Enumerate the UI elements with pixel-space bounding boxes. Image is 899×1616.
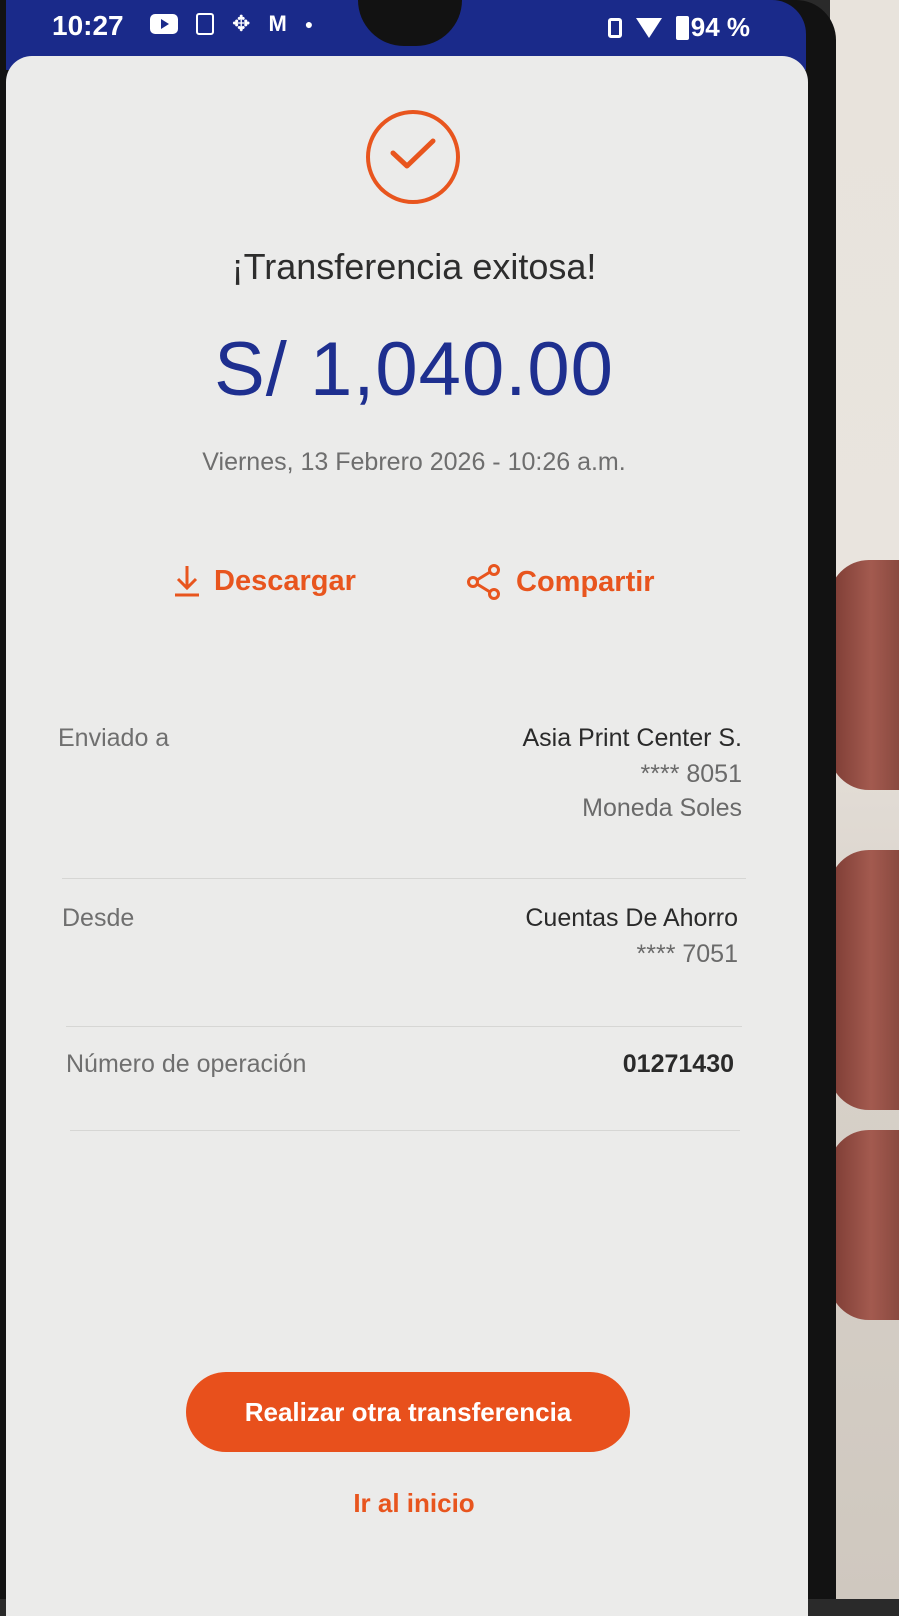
dot-icon: ● bbox=[304, 16, 314, 32]
source-account-number: **** 7051 bbox=[636, 940, 738, 968]
gmail-icon: M bbox=[268, 11, 287, 36]
sim-icon bbox=[196, 13, 214, 35]
go-home-link[interactable]: Ir al inicio bbox=[6, 1488, 822, 1519]
divider bbox=[62, 878, 746, 879]
share-label: Compartir bbox=[516, 565, 655, 598]
operation-number: 01271430 bbox=[622, 1050, 734, 1078]
transfer-amount: S/ 1,040.00 bbox=[214, 327, 614, 412]
fan-icon: ✥ bbox=[232, 11, 251, 36]
from-label: Desde bbox=[62, 904, 135, 932]
youtube-icon bbox=[150, 14, 178, 34]
new-transfer-button[interactable]: Realizar otra transferencia bbox=[186, 1372, 630, 1452]
vibrate-icon bbox=[607, 17, 622, 38]
system-icons: 94 % bbox=[607, 12, 750, 43]
share-icon bbox=[467, 564, 500, 600]
share-button[interactable]: Compartir bbox=[466, 564, 655, 600]
recipient-currency: Moneda Soles bbox=[582, 794, 742, 822]
phone-frame: 10:27 ✥ M ● 94 % ¡Transferencia exitosa!… bbox=[0, 0, 836, 1616]
finger bbox=[829, 850, 899, 1110]
download-icon bbox=[175, 566, 199, 597]
source-account-type: Cuentas De Ahorro bbox=[525, 904, 738, 932]
recipient-name: Asia Print Center S. bbox=[522, 724, 742, 752]
background-surface bbox=[830, 0, 899, 1599]
battery-level: 94 % bbox=[690, 12, 750, 42]
divider bbox=[66, 1026, 742, 1027]
finger bbox=[829, 1130, 899, 1320]
sent-to-label: Enviado a bbox=[58, 724, 170, 752]
download-button[interactable]: Descargar bbox=[174, 564, 356, 598]
divider bbox=[70, 1130, 740, 1131]
success-check-icon bbox=[366, 110, 460, 204]
recipient-account: **** 8051 bbox=[640, 760, 742, 788]
camera-notch bbox=[358, 0, 462, 46]
battery-icon bbox=[675, 15, 689, 40]
check-icon bbox=[390, 138, 436, 169]
finger bbox=[829, 560, 899, 790]
notification-icons: ✥ M ● bbox=[150, 11, 313, 37]
wifi-icon bbox=[635, 17, 662, 38]
status-time: 10:27 bbox=[52, 10, 124, 41]
app-screen: ¡Transferencia exitosa! S/ 1,040.00 Vier… bbox=[6, 56, 808, 1616]
transfer-datetime: Viernes, 13 Febrero 2026 - 10:26 a.m. bbox=[202, 448, 626, 476]
action-bar: Descargar Compartir bbox=[6, 564, 822, 614]
download-label: Descargar bbox=[214, 564, 356, 597]
page-title: ¡Transferencia exitosa! bbox=[231, 246, 597, 287]
operation-number-label: Número de operación bbox=[66, 1050, 307, 1078]
